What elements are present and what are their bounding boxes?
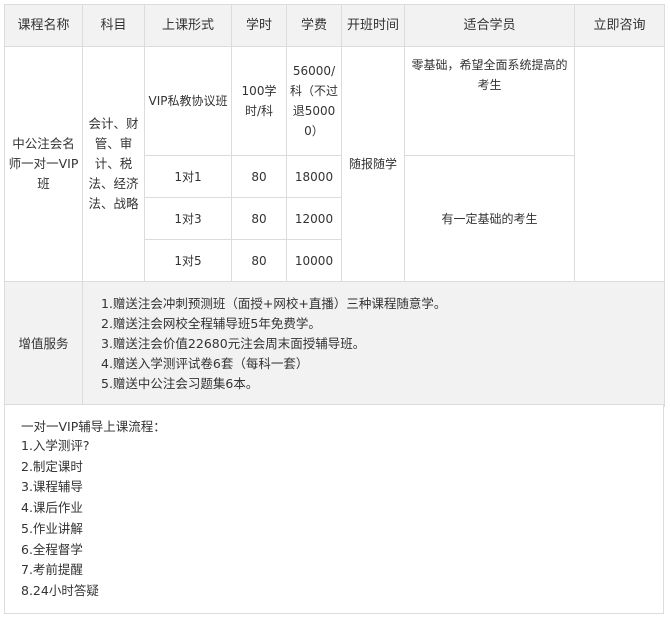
header-course-name: 课程名称 <box>4 4 83 47</box>
header-open-time: 开班时间 <box>341 4 405 47</box>
flow-step: 1.入学测评? <box>21 438 90 453</box>
fee-cell: 12000 <box>286 197 342 240</box>
header-audience: 适合学员 <box>404 4 575 47</box>
open-time: 随报随学 <box>341 46 405 282</box>
flow-title: 一对一VIP辅导上课流程： <box>21 419 166 434</box>
flow-steps: 1.入学测评? 2.制定课时 3.课程辅导 4.课后作业 5.作业讲解 6.全程… <box>21 436 99 602</box>
hours-cell: 80 <box>231 155 287 198</box>
audience-cell: 有一定基础的考生 <box>404 155 575 282</box>
header-hours: 学时 <box>231 4 287 47</box>
fee-cell: 18000 <box>286 155 342 198</box>
course-subjects: 会计、财管、审计、税法、经济法、战略 <box>82 46 145 282</box>
page: 课程名称 科目 上课形式 学时 学费 开班时间 适合学员 立即咨询 中公注会名师… <box>0 0 670 617</box>
service-item: 3.赠送注会价值22680元注会周末面授辅导班。 <box>101 336 366 351</box>
table-row: 中公注会名师一对一VIP班 会计、财管、审计、税法、经济法、战略 VIP私教协议… <box>4 46 665 282</box>
course-table: 课程名称 科目 上课形式 学时 学费 开班时间 适合学员 立即咨询 中公注会名师… <box>4 4 665 407</box>
flow-step: 4.课后作业 <box>21 500 83 516</box>
table-header-row: 课程名称 科目 上课形式 学时 学费 开班时间 适合学员 立即咨询 <box>4 4 665 47</box>
flow-step: 7.考前提醒 <box>21 562 83 578</box>
class-form-cell: VIP私教协议班 <box>144 46 232 156</box>
fee-cell: 56000/科（不过退50000） <box>286 46 342 156</box>
service-item: 5.赠送中公注会习题集6本。 <box>101 376 259 391</box>
fee-cell: 10000 <box>286 239 342 282</box>
flow-step: 3.课程辅导 <box>21 479 83 495</box>
header-consult: 立即咨询 <box>574 4 665 47</box>
service-item: 1.赠送注会冲刺预测班（面授+网校+直播）三种课程随意学。 <box>101 296 447 311</box>
class-form-cell: 1对1 <box>144 155 232 198</box>
flow-step: 2.制定课时 <box>21 458 83 474</box>
class-form-cell: 1对5 <box>144 239 232 282</box>
course-name: 中公注会名师一对一VIP班 <box>4 46 83 282</box>
consult-cell[interactable] <box>574 46 665 282</box>
flow-step: 6.全程督学 <box>21 541 83 557</box>
hours-cell: 80 <box>231 197 287 240</box>
audience-cell: 零基础，希望全面系统提高的考生 <box>404 46 575 156</box>
services-label: 增值服务 <box>4 281 83 407</box>
flow-section: 一对一VIP辅导上课流程： 1.入学测评? 2.制定课时 3.课程辅导 4.课后… <box>4 404 664 614</box>
header-subject: 科目 <box>82 4 145 47</box>
class-form-cell: 1对3 <box>144 197 232 240</box>
header-class-form: 上课形式 <box>144 4 232 47</box>
header-fee: 学费 <box>286 4 342 47</box>
service-item: 2.赠送注会网校全程辅导班5年免费学。 <box>101 316 321 331</box>
hours-cell: 100学时/科 <box>231 46 287 156</box>
services-row: 增值服务 1.赠送注会冲刺预测班（面授+网校+直播）三种课程随意学。 2.赠送注… <box>4 281 665 407</box>
services-list: 1.赠送注会冲刺预测班（面授+网校+直播）三种课程随意学。 2.赠送注会网校全程… <box>82 281 665 407</box>
flow-step: 5.作业讲解 <box>21 520 83 536</box>
flow-step: 8.24小时答疑 <box>21 582 99 598</box>
hours-cell: 80 <box>231 239 287 282</box>
service-item: 4.赠送入学测评试卷6套（每科一套） <box>101 356 309 371</box>
